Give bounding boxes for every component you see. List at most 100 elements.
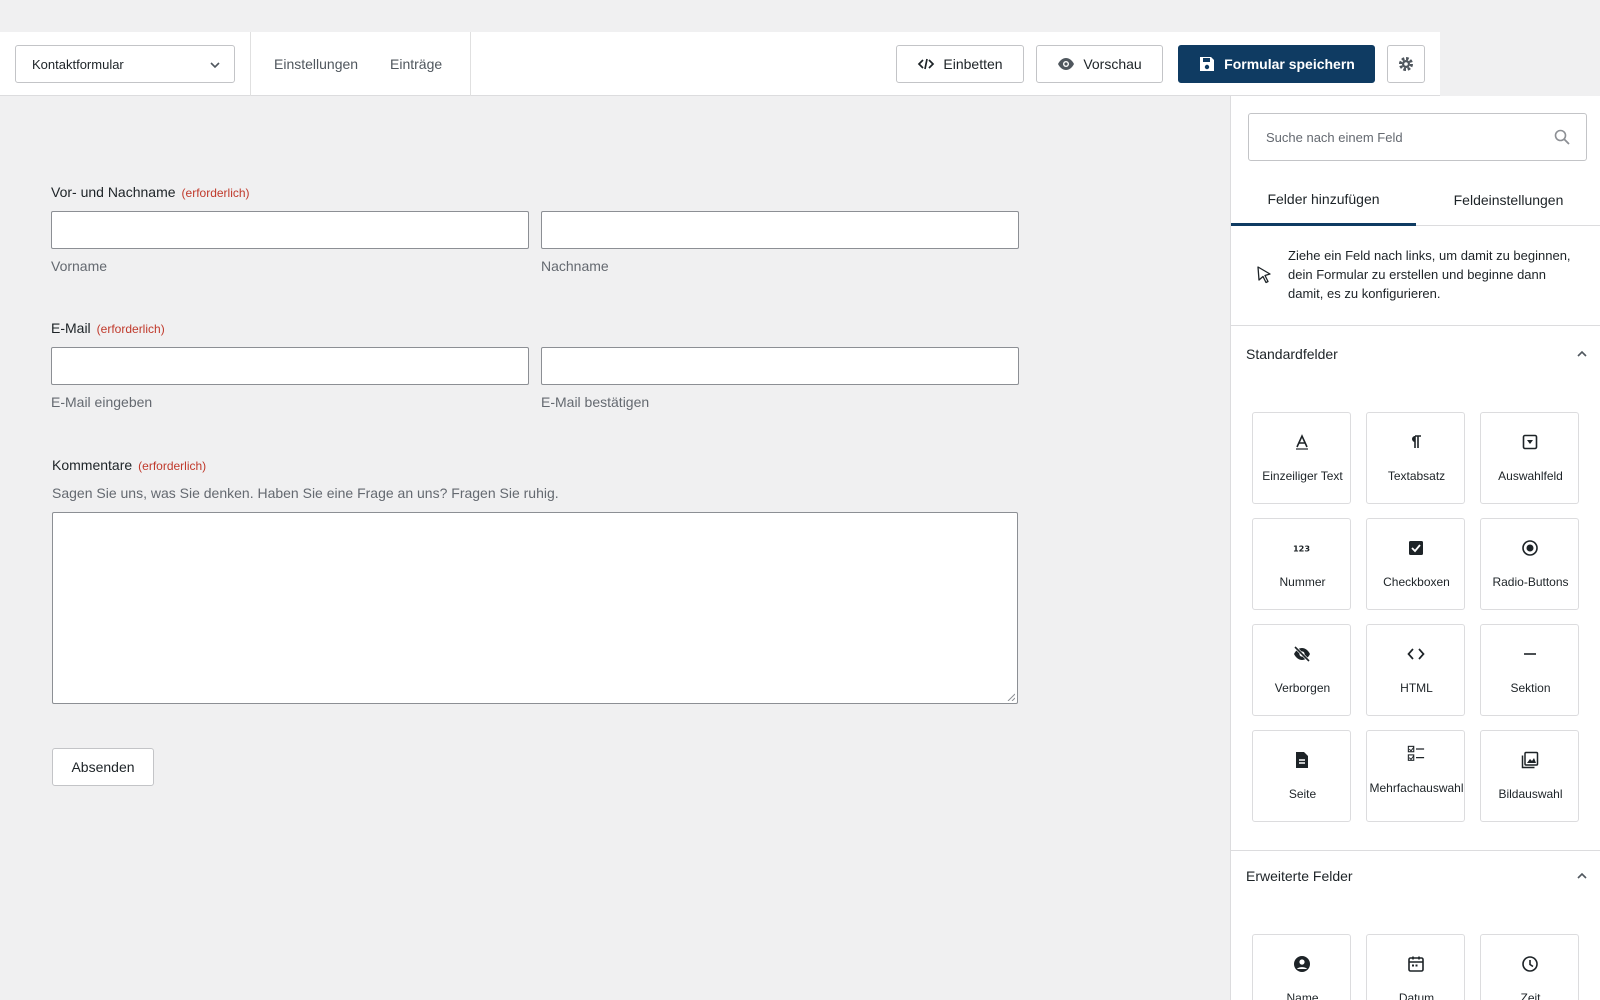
field-tile-label: Nummer xyxy=(1279,575,1326,589)
field-tile-label: Sektion xyxy=(1510,681,1551,695)
required-marker: (erforderlich) xyxy=(138,459,207,473)
field-tile-hidden[interactable]: Verborgen xyxy=(1252,624,1351,716)
drag-hint-text: Ziehe ein Feld nach links, um damit zu b… xyxy=(1288,248,1571,301)
embed-button[interactable]: Einbetten xyxy=(896,45,1024,83)
field-tile-label: Name xyxy=(1286,991,1319,1000)
first-name-sublabel: Vorname xyxy=(51,258,108,274)
eye-icon xyxy=(1058,58,1075,70)
save-form-label: Formular speichern xyxy=(1224,56,1355,72)
chevron-up-icon xyxy=(1577,872,1587,879)
embed-label: Einbetten xyxy=(943,56,1003,72)
toolbar-divider xyxy=(470,32,471,96)
form-selector-dropdown[interactable]: Kontaktformular xyxy=(15,45,235,83)
svg-text:123: 123 xyxy=(1293,543,1310,553)
required-marker: (erforderlich) xyxy=(96,322,165,336)
save-form-button[interactable]: Formular speichern xyxy=(1178,45,1375,83)
text-icon xyxy=(1293,433,1311,451)
name-label-text: Vor- und Nachname xyxy=(51,184,176,200)
email-confirm-sublabel: E-Mail bestätigen xyxy=(541,394,650,410)
email-input[interactable] xyxy=(51,347,529,385)
field-tile-number[interactable]: 123 Nummer xyxy=(1252,518,1351,610)
settings-button[interactable] xyxy=(1387,45,1425,83)
advanced-fields-header[interactable]: Erweiterte Felder xyxy=(1231,850,1600,902)
radio-icon xyxy=(1521,539,1539,557)
resize-handle-icon[interactable] xyxy=(1007,693,1015,701)
field-tile-date[interactable]: Datum xyxy=(1366,934,1465,1000)
email-field-label: E-Mail (erforderlich) xyxy=(51,320,165,336)
section-icon xyxy=(1521,645,1539,663)
comments-textarea[interactable] xyxy=(52,512,1018,704)
comments-field-label: Kommentare (erforderlich) xyxy=(52,457,206,473)
tab-add-fields[interactable]: Felder hinzufügen xyxy=(1231,174,1416,226)
field-tile-label: Datum xyxy=(1398,991,1435,1000)
nav-link-settings[interactable]: Einstellungen xyxy=(274,56,358,72)
field-tile-checkboxes[interactable]: Checkboxen xyxy=(1366,518,1465,610)
sidebar-tabs: Felder hinzufügen Feldeinstellungen xyxy=(1231,174,1600,226)
field-sidebar: Suche nach einem Feld Felder hinzufügen … xyxy=(1230,96,1600,1000)
email-confirm-input[interactable] xyxy=(541,347,1019,385)
field-tile-image-choice[interactable]: Bildauswahl xyxy=(1480,730,1579,822)
field-search-input[interactable]: Suche nach einem Feld xyxy=(1248,113,1587,161)
search-icon xyxy=(1554,129,1570,145)
chevron-up-icon xyxy=(1577,350,1587,357)
user-icon xyxy=(1293,955,1311,973)
field-tile-label: Textabsatz xyxy=(1387,469,1446,483)
nav-link-entries[interactable]: Einträge xyxy=(390,56,442,72)
field-tile-radio-buttons[interactable]: Radio-Buttons xyxy=(1480,518,1579,610)
preview-label: Vorschau xyxy=(1083,56,1142,72)
page-icon xyxy=(1293,751,1311,769)
field-tile-dropdown[interactable]: Auswahlfeld xyxy=(1480,412,1579,504)
advanced-fields-title: Erweiterte Felder xyxy=(1246,868,1353,884)
field-tile-time[interactable]: Zeit xyxy=(1480,934,1579,1000)
email-sublabel: E-Mail eingeben xyxy=(51,394,153,410)
field-tile-label: Auswahlfeld xyxy=(1498,469,1563,483)
image-choice-icon xyxy=(1521,751,1539,769)
comments-label-text: Kommentare xyxy=(52,457,133,473)
field-tile-paragraph[interactable]: Textabsatz xyxy=(1366,412,1465,504)
search-placeholder: Suche nach einem Feld xyxy=(1266,129,1403,145)
save-icon xyxy=(1200,57,1215,71)
multiselect-icon xyxy=(1407,745,1425,763)
calendar-icon xyxy=(1407,955,1425,973)
field-tile-label: Mehrfachauswahl xyxy=(1369,781,1464,795)
field-tile-name[interactable]: Name xyxy=(1252,934,1351,1000)
first-name-input[interactable] xyxy=(51,211,529,249)
submit-button[interactable]: Absenden xyxy=(52,748,154,786)
last-name-input[interactable] xyxy=(541,211,1019,249)
code-icon xyxy=(1407,645,1425,663)
field-tile-label: Zeit xyxy=(1520,991,1541,1000)
field-tile-label: Einzeiliger Text xyxy=(1262,469,1343,483)
field-tile-label: Seite xyxy=(1288,787,1317,801)
field-tile-label: Bildauswahl xyxy=(1498,787,1563,801)
field-tile-label: HTML xyxy=(1400,681,1433,695)
dropdown-icon xyxy=(1521,433,1539,451)
cursor-icon xyxy=(1257,266,1271,284)
last-name-sublabel: Nachname xyxy=(541,258,609,274)
form-preview: Vor- und Nachname (erforderlich) Vorname… xyxy=(0,96,1230,1000)
standard-fields-title: Standardfelder xyxy=(1246,346,1338,362)
hidden-icon xyxy=(1293,645,1311,663)
name-field-label: Vor- und Nachname (erforderlich) xyxy=(51,184,250,200)
field-tile-html[interactable]: HTML xyxy=(1366,624,1465,716)
field-tile-label: Radio-Buttons xyxy=(1492,575,1569,589)
comments-description: Sagen Sie uns, was Sie denken. Haben Sie… xyxy=(52,485,559,501)
tab-field-settings[interactable]: Feldeinstellungen xyxy=(1416,174,1600,226)
toolbar-divider xyxy=(250,32,251,96)
preview-button[interactable]: Vorschau xyxy=(1036,45,1163,83)
email-label-text: E-Mail xyxy=(51,320,91,336)
code-icon xyxy=(918,58,935,70)
chevron-down-icon xyxy=(210,62,220,69)
field-tile-section[interactable]: Sektion xyxy=(1480,624,1579,716)
number-icon: 123 xyxy=(1293,539,1311,557)
paragraph-icon xyxy=(1407,433,1425,451)
drag-hint: Ziehe ein Feld nach links, um damit zu b… xyxy=(1231,226,1600,326)
required-marker: (erforderlich) xyxy=(181,186,250,200)
field-tile-multiselect[interactable]: Mehrfachauswahl xyxy=(1366,730,1465,822)
field-tile-label: Verborgen xyxy=(1274,681,1331,695)
standard-fields-header[interactable]: Standardfelder xyxy=(1231,328,1600,380)
field-tile-single-line-text[interactable]: Einzeiliger Text xyxy=(1252,412,1351,504)
form-editor-toolbar: Kontaktformular Einstellungen Einträge E… xyxy=(0,32,1440,96)
clock-icon xyxy=(1521,955,1539,973)
field-tile-page[interactable]: Seite xyxy=(1252,730,1351,822)
gear-icon xyxy=(1399,57,1413,71)
